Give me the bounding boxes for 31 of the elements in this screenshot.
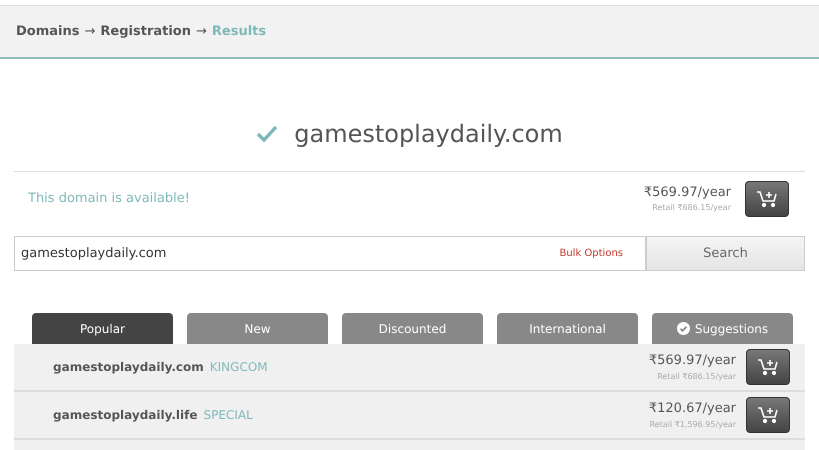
add-to-cart-button[interactable] [746, 397, 790, 433]
price-text: ₹569.97/year [644, 184, 731, 202]
domain-tag: KINGCOM [210, 358, 268, 376]
cart-icon [757, 406, 779, 424]
cart-icon [757, 358, 779, 376]
breadcrumb-link[interactable]: Registration [100, 22, 191, 42]
price-text: ₹569.97/year [648, 352, 736, 370]
breadcrumb-separator: → [196, 22, 207, 41]
domain-name: gamestoplaydaily.life [53, 407, 198, 424]
search-field[interactable]: gamestoplaydaily.com Bulk Options [14, 236, 646, 271]
tab[interactable]: Popular [32, 313, 173, 344]
tab[interactable]: International [497, 313, 638, 344]
retail-price: Retail ₹686.15/year [657, 370, 736, 383]
domain-name: gamestoplaydaily.com [53, 359, 204, 376]
check-circle-icon [676, 322, 690, 335]
bulk-options-link[interactable]: Bulk Options [559, 246, 623, 261]
add-to-cart-button[interactable] [745, 180, 789, 216]
tab[interactable]: Suggestions [652, 313, 793, 344]
tab[interactable]: Discounted [342, 313, 483, 344]
cart-icon [756, 190, 778, 208]
domain-tag: SPECIAL [204, 406, 253, 424]
breadcrumb-separator: → [84, 22, 96, 41]
domain-title: gamestoplaydaily.com [294, 119, 563, 150]
price-text: ₹120.67/year [648, 400, 736, 418]
add-to-cart-button[interactable] [746, 349, 790, 385]
retail-price: Retail ₹686.15/year [652, 202, 731, 214]
tab[interactable]: New [187, 313, 328, 344]
retail-price: Retail ₹1,596.95/year [650, 418, 736, 431]
availability-message: This domain is available! [28, 190, 190, 208]
search-button[interactable]: Search [646, 236, 805, 271]
breadcrumb-link[interactable]: Domains [16, 22, 80, 42]
